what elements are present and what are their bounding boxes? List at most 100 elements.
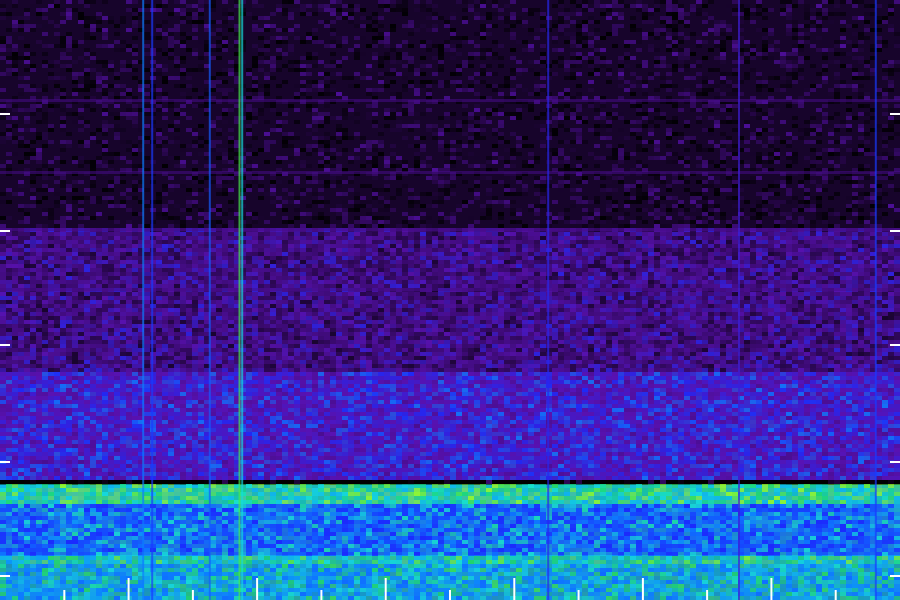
spectrogram-cell <box>666 248 672 252</box>
spectrogram-cell <box>624 40 630 44</box>
spectrogram-cell <box>462 236 468 240</box>
spectrogram-cell <box>636 144 642 148</box>
spectrogram-cell <box>42 240 48 244</box>
spectrogram-cell <box>684 12 690 16</box>
spectrogram-cell <box>102 28 108 32</box>
spectrogram-cell <box>336 44 342 48</box>
spectrogram-cell <box>558 32 564 36</box>
spectrogram-cell <box>222 156 228 160</box>
spectrogram-cell <box>630 120 636 124</box>
spectrogram-cell <box>456 44 462 48</box>
spectrogram-cell <box>54 88 60 92</box>
spectrogram-cell <box>786 132 792 136</box>
spectrogram-cell <box>624 248 630 252</box>
spectrogram-cell <box>720 164 726 168</box>
spectrogram-cell <box>858 48 864 52</box>
spectrogram-cell <box>30 188 36 192</box>
spectrogram-cell <box>162 136 168 140</box>
spectrogram-cell <box>300 252 306 256</box>
spectrogram-cell <box>714 256 720 260</box>
spectrogram-cell <box>54 0 60 4</box>
spectrogram-cell <box>648 244 654 248</box>
spectrogram-cell <box>540 84 546 88</box>
spectrogram-cell <box>486 120 492 124</box>
spectrogram-cell <box>654 116 660 120</box>
spectrogram-cell <box>30 256 36 260</box>
spectrogram-cell <box>402 8 408 12</box>
spectrogram-cell <box>432 4 438 8</box>
spectrogram-cell <box>216 84 222 88</box>
spectrogram-cell <box>726 220 732 224</box>
spectrogram-cell <box>228 188 234 192</box>
spectrogram-cell <box>300 160 306 164</box>
spectrogram-cell <box>168 248 174 252</box>
spectrogram-cell <box>330 156 336 160</box>
spectrogram-cell <box>558 116 564 120</box>
spectrogram-cell <box>36 132 42 136</box>
spectrogram-cell <box>570 56 576 60</box>
spectrogram-cell <box>432 204 438 208</box>
spectrogram-cell <box>798 128 804 132</box>
spectrogram-cell <box>90 164 96 168</box>
spectrogram-cell <box>654 148 660 152</box>
spectrogram-cell <box>54 180 60 184</box>
spectrogram-cell <box>246 256 252 260</box>
spectrogram-cell <box>810 84 816 88</box>
spectrogram-cell <box>384 232 390 236</box>
spectrogram-cell <box>114 84 120 88</box>
spectrogram-cell <box>858 136 864 140</box>
spectrogram-cell <box>402 4 408 8</box>
spectrogram-cell <box>372 256 378 260</box>
spectrogram-cell <box>594 176 600 180</box>
spectrogram-cell <box>132 240 138 244</box>
spectrogram-cell <box>162 164 168 168</box>
spectrogram-cell <box>756 84 762 88</box>
spectrogram-cell <box>456 236 462 240</box>
spectrogram-cell <box>30 24 36 28</box>
spectrogram-cell <box>834 52 840 56</box>
spectrogram-cell <box>480 68 486 72</box>
spectrogram-cell <box>258 248 264 252</box>
spectrogram-cell <box>288 52 294 56</box>
spectrogram-cell <box>570 52 576 56</box>
spectrogram-cell <box>216 156 222 160</box>
spectrogram-cell <box>270 252 276 256</box>
spectrogram-cell <box>390 236 396 240</box>
spectrogram-cell <box>678 108 684 112</box>
spectrogram-cell <box>90 16 96 20</box>
spectrogram-cell <box>828 244 834 248</box>
spectrogram-cell <box>450 112 456 116</box>
spectrogram-cell <box>108 188 114 192</box>
spectrogram-cell <box>678 16 684 20</box>
spectrogram-cell <box>312 256 318 260</box>
spectrogram-cell <box>522 164 528 168</box>
spectrogram-cell <box>456 52 462 56</box>
spectrogram-cell <box>882 256 888 260</box>
spectrogram-cell <box>582 0 588 4</box>
spectrogram-cell <box>858 124 864 128</box>
spectrogram-cell <box>294 64 300 68</box>
spectrogram-cell <box>786 4 792 8</box>
spectrogram-cell <box>882 200 888 204</box>
spectrogram-cell <box>534 60 540 64</box>
spectrogram-cell <box>702 208 708 212</box>
spectrogram-cell <box>504 112 510 116</box>
spectrogram-cell <box>60 224 66 228</box>
plot-area <box>0 0 900 600</box>
spectrogram-cell <box>12 236 18 240</box>
spectrogram-cell <box>348 252 354 256</box>
spectrogram-cell <box>498 64 504 68</box>
spectrogram-cell <box>84 48 90 52</box>
spectrogram-cell <box>24 152 30 156</box>
spectrogram-cell <box>834 224 840 228</box>
spectrogram-cell <box>666 84 672 88</box>
spectrogram-cell <box>660 80 666 84</box>
spectrogram-cell <box>720 248 726 252</box>
spectrogram-cell <box>444 128 450 132</box>
spectrogram-cell <box>378 124 384 128</box>
spectrogram-cell <box>0 252 6 256</box>
spectrogram-cell <box>120 252 126 256</box>
spectrogram-cell <box>414 28 420 32</box>
spectrogram-cell <box>198 224 204 228</box>
spectrogram-cell <box>336 0 342 4</box>
